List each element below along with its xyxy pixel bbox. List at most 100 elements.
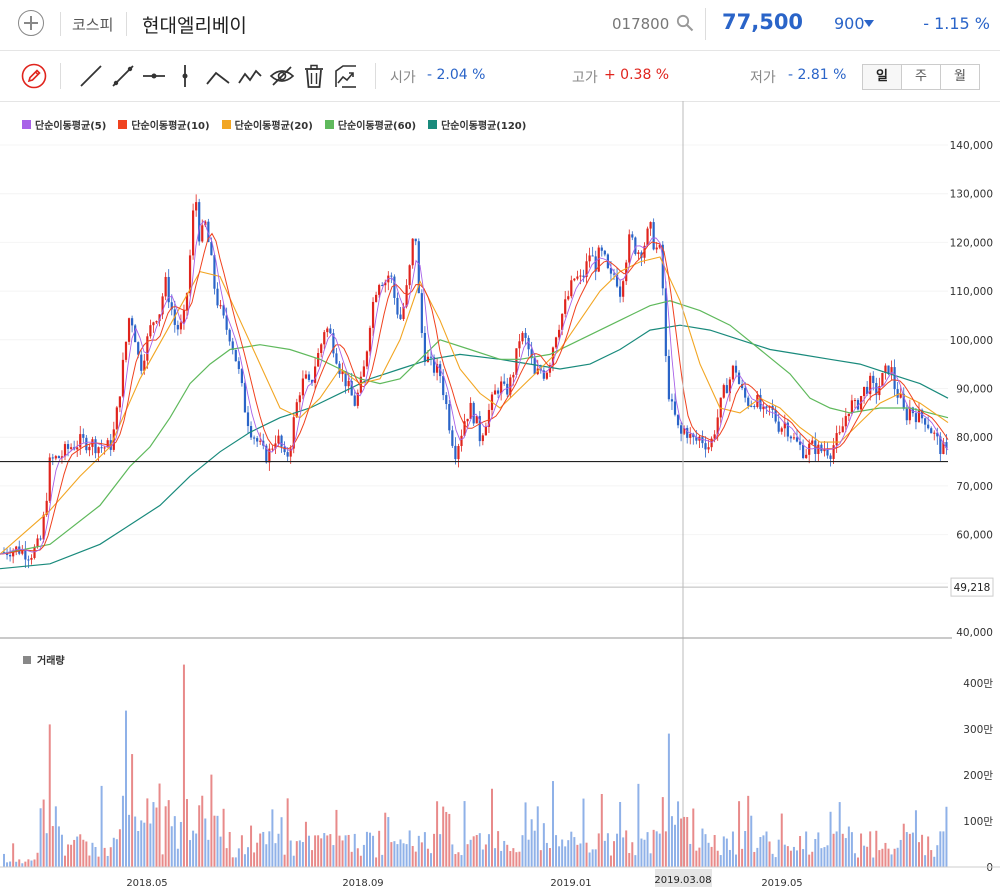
volume-bar: [222, 808, 225, 867]
candle-body: [390, 275, 393, 277]
volume-bar: [762, 835, 765, 867]
volume-bar: [85, 841, 88, 867]
volume-bar: [164, 806, 167, 867]
legend-item-ma20[interactable]: 단순이동평균(20): [221, 117, 313, 132]
candle-body: [127, 318, 131, 342]
export-icon[interactable]: [333, 63, 359, 89]
volume-bar: [475, 835, 478, 867]
volume-bar: [600, 793, 603, 867]
volume-bar: [454, 854, 457, 867]
volume-bar: [439, 834, 442, 867]
candle-body: [722, 385, 725, 398]
volume-bar: [741, 848, 744, 867]
divider: [705, 8, 706, 40]
candle-body: [893, 367, 896, 390]
candle-body: [457, 446, 460, 460]
volume-bar: [768, 841, 771, 867]
volume-bar: [786, 846, 789, 867]
volume-bar: [277, 833, 280, 867]
legend-item-ma60[interactable]: 단순이동평균(60): [324, 117, 417, 132]
stock-name[interactable]: 현대엘리베이: [142, 11, 247, 38]
pencil-icon[interactable]: [21, 63, 47, 89]
volume-bar: [262, 831, 265, 867]
candle-body: [176, 324, 179, 330]
volume-bar: [921, 834, 924, 867]
candle-body: [881, 372, 884, 387]
volume-bar: [39, 808, 42, 867]
line-icon[interactable]: [78, 63, 104, 89]
legend-label: 단순이동평균(60): [337, 121, 417, 132]
volume-bar: [112, 837, 115, 867]
volume-bar: [198, 805, 201, 867]
period-day-button[interactable]: 일: [863, 65, 901, 89]
candle-body: [314, 366, 317, 383]
hide-icon[interactable]: [269, 63, 295, 89]
volume-bar: [253, 852, 256, 867]
volume-bar: [902, 823, 905, 867]
volume-bar: [863, 845, 866, 867]
volume-bar: [905, 832, 908, 867]
legend-item-ma10[interactable]: 단순이동평균(10): [118, 117, 210, 132]
volume-bar: [603, 840, 606, 867]
candle-body: [844, 416, 847, 427]
candle-body: [256, 438, 259, 442]
add-icon[interactable]: [18, 10, 44, 36]
vertical-line-icon[interactable]: [172, 63, 198, 89]
period-month-button[interactable]: 월: [940, 65, 979, 89]
volume-bar: [893, 848, 896, 867]
candle-body: [795, 437, 799, 442]
period-week-button[interactable]: 주: [901, 65, 940, 89]
volume-bar: [887, 848, 890, 867]
market-label: 코스피: [72, 16, 114, 34]
candle-body: [48, 457, 51, 501]
candle-body: [335, 353, 338, 364]
ray-icon[interactable]: [110, 63, 136, 89]
volume-bar: [121, 795, 124, 867]
down-arrow-icon: [864, 20, 874, 27]
candle-body: [131, 318, 134, 326]
volume-bar: [548, 848, 551, 867]
candle-body: [545, 372, 548, 379]
volume-bar: [503, 840, 506, 867]
candle-body: [442, 376, 445, 396]
volume-bar: [484, 844, 487, 867]
candle-body: [667, 356, 670, 400]
candle-body: [76, 447, 79, 450]
trash-icon[interactable]: [301, 63, 327, 89]
legend-item-ma5[interactable]: 단순이동평균(5): [22, 117, 106, 132]
candle-body: [448, 404, 451, 431]
volume-bar: [512, 848, 515, 867]
search-icon[interactable]: [676, 14, 694, 32]
candle-body: [680, 425, 683, 434]
price-chart[interactable]: 140,000 130,000 120,000 110,000 100,000 90,00…: [0, 101, 1000, 895]
candle-body: [298, 395, 301, 403]
candle-body: [399, 314, 402, 320]
volume-bar: [115, 839, 118, 867]
legend-item-ma120[interactable]: 단순이동평균(120): [428, 117, 526, 132]
candle-body: [872, 375, 875, 383]
candle-body: [88, 446, 91, 451]
volume-bar: [79, 834, 82, 867]
horizontal-line-icon[interactable]: [141, 63, 167, 89]
volume-bar: [539, 850, 542, 867]
candle-body: [237, 361, 240, 370]
candle-body: [429, 356, 433, 358]
candle-body: [625, 262, 628, 282]
volume-bar: [683, 816, 686, 867]
candle-body: [39, 538, 42, 540]
wedge-icon[interactable]: [205, 63, 231, 89]
volume-bar: [176, 848, 179, 867]
volume-bar: [945, 806, 948, 867]
volume-bar: [134, 816, 137, 867]
volume-bar: [664, 831, 667, 867]
candle-body: [765, 406, 768, 408]
volume-bar: [750, 815, 753, 867]
volume-bar: [286, 798, 289, 867]
polyline-icon[interactable]: [237, 63, 263, 89]
volume-bar: [317, 835, 320, 867]
candle-body: [704, 443, 707, 450]
stock-header: 코스피 현대엘리베이 017800 77,500 900 - 1.15 %: [0, 0, 1000, 51]
volume-bar: [250, 825, 253, 867]
time-tick-label: 2018.09: [342, 878, 383, 889]
candle-body: [753, 406, 756, 408]
